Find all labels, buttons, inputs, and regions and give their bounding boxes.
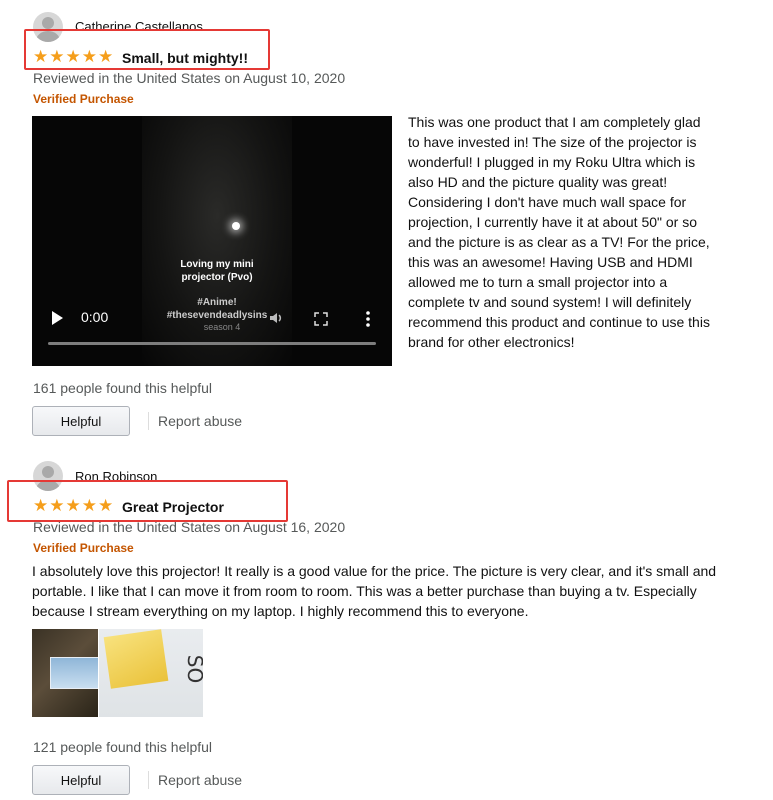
divider (148, 412, 149, 430)
review-1: Catherine Castellanos ★ ★ ★ ★ ★ Small, b… (0, 0, 773, 450)
video-hashtags: #Anime! #thesevendeadlysins (166, 297, 268, 321)
review-body: I absolutely love this projector! It rea… (32, 563, 717, 619)
star-rating[interactable]: ★ ★ ★ ★ ★ (33, 48, 113, 65)
report-abuse-link[interactable]: Report abuse (158, 772, 242, 788)
video-time: 0:00 (81, 309, 109, 325)
review-image-thumbnail[interactable] (32, 629, 98, 717)
star-icon: ★ (65, 47, 81, 66)
more-options-icon[interactable] (365, 310, 371, 328)
review-date: Reviewed in the United States on August … (33, 519, 346, 535)
video-caption: Loving my mini projector (Pvo) (180, 259, 254, 283)
star-icon: ★ (65, 496, 81, 515)
review-video-player[interactable]: Loving my mini projector (Pvo) #Anime! #… (32, 116, 392, 366)
projected-screen (50, 657, 98, 689)
review-image-thumbnail[interactable]: SO (99, 629, 203, 717)
helpful-button[interactable]: Helpful (32, 765, 130, 795)
star-icon: ★ (33, 47, 49, 66)
video-season-text: season 4 (203, 322, 241, 332)
helpful-count: 121 people found this helpful (33, 739, 213, 755)
star-icon: ★ (98, 496, 114, 515)
review-title[interactable]: Great Projector (122, 499, 224, 515)
volume-icon[interactable] (268, 310, 284, 326)
projector-box (103, 629, 169, 689)
star-icon: ★ (33, 496, 49, 515)
report-abuse-link[interactable]: Report abuse (158, 413, 242, 429)
review-2: Ron Robinson ★ ★ ★ ★ ★ Great Projector R… (0, 450, 773, 800)
verified-purchase-badge: Verified Purchase (33, 92, 134, 106)
box-label-text: SO (183, 654, 203, 684)
helpful-button[interactable]: Helpful (32, 406, 130, 436)
star-icon: ★ (49, 496, 65, 515)
video-progress-bar[interactable] (48, 342, 376, 345)
review-title[interactable]: Small, but mighty!! (122, 50, 248, 66)
fullscreen-icon[interactable] (314, 312, 328, 326)
star-icon: ★ (49, 47, 65, 66)
star-icon: ★ (81, 47, 97, 66)
verified-purchase-badge: Verified Purchase (33, 541, 134, 555)
divider (148, 771, 149, 789)
play-icon[interactable] (52, 311, 63, 325)
star-icon: ★ (81, 496, 97, 515)
helpful-count: 161 people found this helpful (33, 380, 213, 396)
video-light-spot (232, 222, 240, 230)
star-icon: ★ (98, 47, 114, 66)
review-body: This was one product that I am completel… (408, 114, 710, 350)
star-rating[interactable]: ★ ★ ★ ★ ★ (33, 497, 113, 514)
review-date: Reviewed in the United States on August … (33, 70, 346, 86)
